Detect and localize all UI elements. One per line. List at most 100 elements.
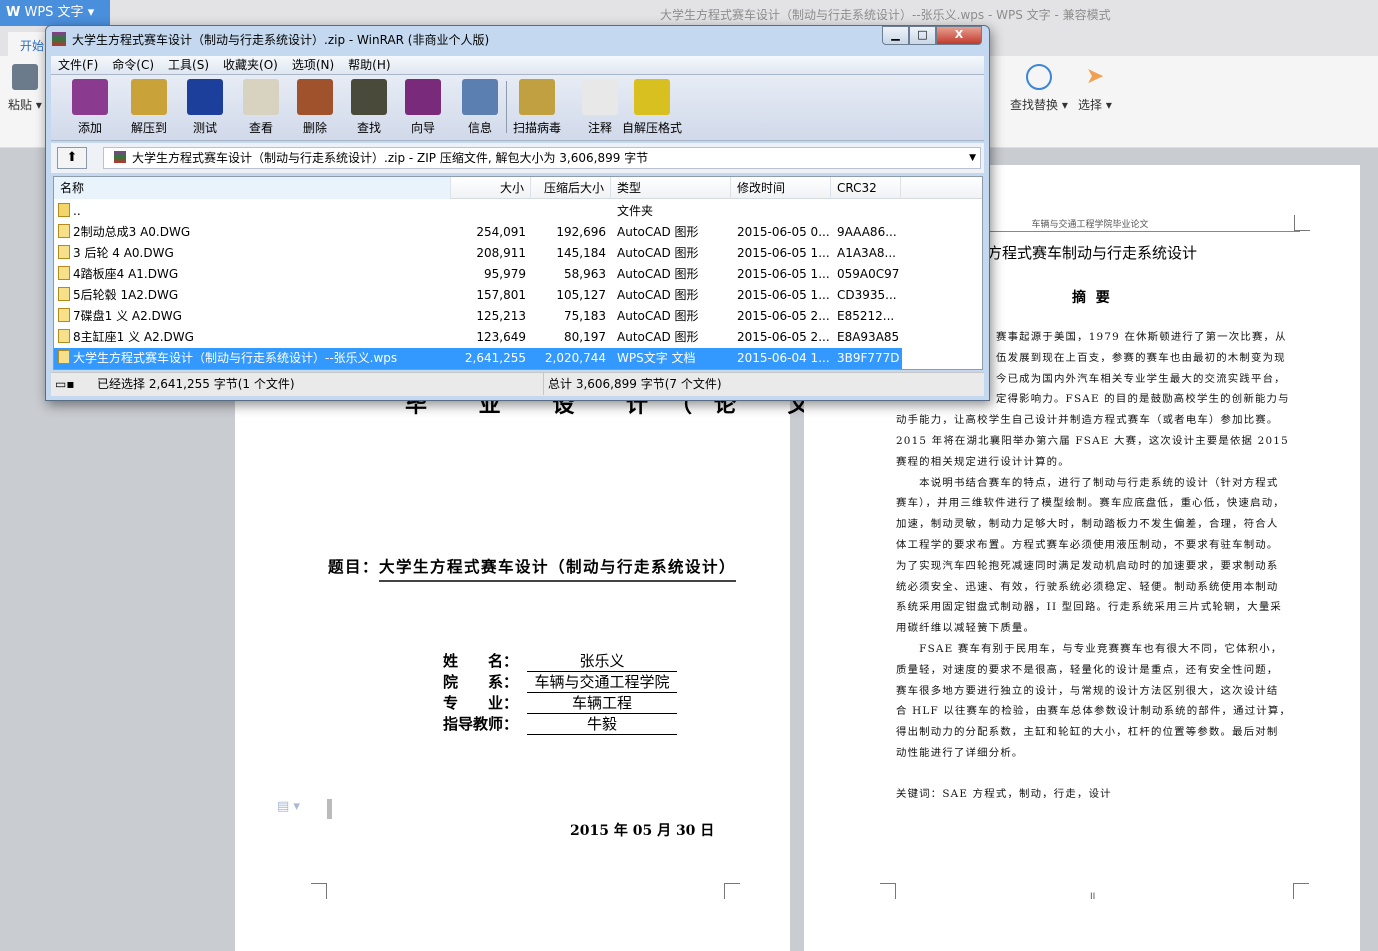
file-icon [58,224,70,238]
cell-crc: 9AAA86... [837,225,897,239]
menu-options[interactable]: 选项(N) [285,56,341,75]
col-modified[interactable]: 修改时间 [731,177,831,199]
toolbar-icon [462,79,498,115]
file-row[interactable]: 2制动总成3 A0.DWG 254,091 192,696 AutoCAD 图形 201… [54,222,902,243]
cell-packed: 58,963 [564,267,606,281]
status-selected: 已经选择 2,641,255 字节(1 个文件) [97,377,295,391]
file-list: 名称 大小 压缩后大小 类型 修改时间 CRC32 .. 文件夹 2制动总成3 A0… [53,176,983,370]
file-row[interactable]: 4踏板座4 A1.DWG 95,979 58,963 AutoCAD 图形 2015-0… [54,264,902,285]
margin-mark [880,883,896,899]
col-packed[interactable]: 压缩后大小 [531,177,611,199]
wps-app-menu[interactable]: W WPS 文字 ▾ [0,0,110,26]
toolbar-icon [519,79,555,115]
select-button[interactable]: ➤ 选择 ▾ [1078,64,1112,113]
cell-type: AutoCAD 图形 [617,267,699,281]
file-row[interactable]: 7碟盘1 义 A2.DWG 125,213 75,183 AutoCAD 图形 2015… [54,306,902,327]
cell-packed: 105,127 [556,288,606,302]
cell-name: .. [58,201,453,222]
cell-type: AutoCAD 图形 [617,225,699,239]
abstract-heading: 摘 要 [1072,290,1110,306]
menu-commands[interactable]: 命令(C) [105,56,161,75]
cell-type: AutoCAD 图形 [617,330,699,344]
margin-mark [724,883,740,899]
paste-button[interactable]: 粘贴 ▾ [8,64,42,113]
cell-size: 2,641,255 [464,351,526,365]
list-header: 名称 大小 压缩后大小 类型 修改时间 CRC32 [54,177,982,199]
col-type[interactable]: 类型 [611,177,731,199]
paste-options-icon[interactable]: ▤ ▾ [277,799,300,814]
toolbar-button-9[interactable]: 注释 [576,79,624,136]
toolbar-button-3[interactable]: 查看 [237,79,285,136]
cell-modified: 2015-06-05 2... [737,330,830,344]
toolbar-button-8[interactable]: 扫描病毒 [513,79,561,136]
status-total: 总计 3,606,899 字节(7 个文件) [543,373,722,395]
close-button[interactable]: X [936,26,982,45]
toolbar-button-4[interactable]: 删除 [291,79,339,136]
toolbar-icon [297,79,333,115]
minimize-button[interactable]: ▁ [882,26,909,45]
col-crc[interactable]: CRC32 [831,177,901,199]
file-icon [58,245,70,259]
tab-start[interactable]: 开始 [8,32,48,56]
cover-date: 2015 年 05 月 30 日 [570,823,715,839]
toolbar-icon [582,79,618,115]
folder-icon [58,203,70,217]
col-size[interactable]: 大小 [451,177,531,199]
archive-icon [114,151,126,163]
toolbar-button-5[interactable]: 查找 [345,79,393,136]
path-dropdown[interactable]: 大学生方程式赛车设计（制动与行走系统设计）.zip - ZIP 压缩文件, 解包… [103,147,981,169]
toolbar: 添加 解压到 测试 查看 删除 查找 向导 信息 扫描病毒 注释 自解压格式 [51,75,984,141]
cell-packed: 80,197 [564,330,606,344]
cover-title: 题目：大学生方程式赛车设计（制动与行走系统设计） [328,555,737,582]
cell-modified: 2015-06-05 0... [737,225,830,239]
toolbar-button-1[interactable]: 解压到 [125,79,173,136]
menu-favorites[interactable]: 收藏夹(O) [216,56,285,75]
toolbar-button-7[interactable]: 信息 [456,79,504,136]
up-folder-button[interactable]: ⬆ [57,147,87,169]
toolbar-button-0[interactable]: 添加 [66,79,114,136]
app-name: WPS 文字 [24,5,84,20]
cell-packed: 145,184 [556,246,606,260]
maximize-button[interactable]: □ [909,26,936,45]
page-number: II [1090,892,1096,902]
cover-fields: 姓 名： 张乐义 院 系： 车辆与交通工程学院 专 业： 车辆工程 指导教师： 牛毅 [443,650,677,735]
file-row[interactable]: 3 后轮 4 A0.DWG 208,911 145,184 AutoCAD 图形 201… [54,243,902,264]
cell-crc: CD3935... [837,288,897,302]
file-row[interactable]: .. 文件夹 [54,201,902,222]
file-row[interactable]: 5后轮毂 1A2.DWG 157,801 105,127 AutoCAD 图形 2015… [54,285,902,306]
cell-crc: E8A93A85 [837,330,900,344]
toolbar-icon [131,79,167,115]
field-department: 院 系： 车辆与交通工程学院 [443,671,677,693]
cell-name: 8主缸座1 义 A2.DWG [58,327,453,348]
file-icon [58,266,70,280]
file-row[interactable]: 8主缸座1 义 A2.DWG 123,649 80,197 AutoCAD 图形 201… [54,327,902,348]
toolbar-icon [243,79,279,115]
toolbar-button-6[interactable]: 向导 [399,79,447,136]
col-name[interactable]: 名称 [54,177,451,199]
cell-name: 3 后轮 4 A0.DWG [58,243,453,264]
cell-size: 95,979 [484,267,526,281]
toolbar-separator [506,81,507,133]
cursor-icon: ➤ [1085,64,1105,89]
file-icon [58,308,70,322]
toolbar-icon [405,79,441,115]
window-title: 大学生方程式赛车设计（制动与行走系统设计）--张乐义.wps - WPS 文字 … [660,8,1111,22]
toolbar-icon [72,79,108,115]
cell-crc: 059A0C97 [837,267,900,281]
cell-type: AutoCAD 图形 [617,246,699,260]
find-replace-button[interactable]: 查找替换 ▾ [1010,64,1068,113]
toolbar-icon [634,79,670,115]
cell-packed: 192,696 [556,225,606,239]
cell-name: 5后轮毂 1A2.DWG [58,285,453,306]
toolbar-button-2[interactable]: 测试 [181,79,229,136]
cell-size: 157,801 [476,288,526,302]
file-icon [58,350,70,364]
menu-file[interactable]: 文件(F) [51,56,105,75]
toolbar-button-10[interactable]: 自解压格式 [620,79,684,136]
menu-help[interactable]: 帮助(H) [341,56,397,75]
toolbar-icon [351,79,387,115]
chevron-down-icon[interactable]: ▼ [969,148,976,168]
menu-tools[interactable]: 工具(S) [161,56,216,75]
cell-crc: 3B9F777D [837,351,900,365]
file-row[interactable]: 大学生方程式赛车设计（制动与行走系统设计）--张乐义.wps 2,641,255 2… [54,348,902,369]
